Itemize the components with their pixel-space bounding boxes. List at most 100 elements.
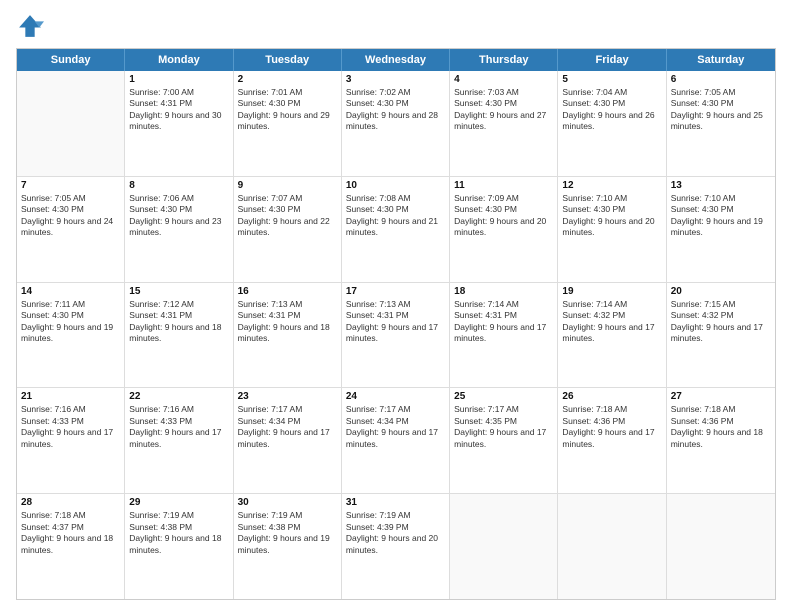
- daylight-text: Daylight: 9 hours and 30 minutes.: [129, 110, 228, 133]
- calendar-cell: 21Sunrise: 7:16 AMSunset: 4:33 PMDayligh…: [17, 388, 125, 493]
- sunrise-text: Sunrise: 7:14 AM: [454, 299, 553, 310]
- day-number: 23: [238, 391, 337, 402]
- sunrise-text: Sunrise: 7:19 AM: [238, 510, 337, 521]
- day-number: 13: [671, 180, 771, 191]
- sunrise-text: Sunrise: 7:02 AM: [346, 87, 445, 98]
- daylight-text: Daylight: 9 hours and 29 minutes.: [238, 110, 337, 133]
- sunrise-text: Sunrise: 7:07 AM: [238, 193, 337, 204]
- calendar-cell: 13Sunrise: 7:10 AMSunset: 4:30 PMDayligh…: [667, 177, 775, 282]
- calendar-cell: 4Sunrise: 7:03 AMSunset: 4:30 PMDaylight…: [450, 71, 558, 176]
- day-number: 28: [21, 497, 120, 508]
- daylight-text: Daylight: 9 hours and 17 minutes.: [671, 322, 771, 345]
- sunset-text: Sunset: 4:32 PM: [671, 310, 771, 321]
- daylight-text: Daylight: 9 hours and 19 minutes.: [238, 533, 337, 556]
- sunset-text: Sunset: 4:31 PM: [129, 98, 228, 109]
- day-number: 19: [562, 286, 661, 297]
- daylight-text: Daylight: 9 hours and 17 minutes.: [129, 427, 228, 450]
- calendar-cell: 16Sunrise: 7:13 AMSunset: 4:31 PMDayligh…: [234, 283, 342, 388]
- sunset-text: Sunset: 4:39 PM: [346, 522, 445, 533]
- calendar-cell: 8Sunrise: 7:06 AMSunset: 4:30 PMDaylight…: [125, 177, 233, 282]
- sunset-text: Sunset: 4:30 PM: [129, 204, 228, 215]
- calendar-week-5: 28Sunrise: 7:18 AMSunset: 4:37 PMDayligh…: [17, 494, 775, 599]
- sunset-text: Sunset: 4:33 PM: [21, 416, 120, 427]
- daylight-text: Daylight: 9 hours and 23 minutes.: [129, 216, 228, 239]
- daylight-text: Daylight: 9 hours and 26 minutes.: [562, 110, 661, 133]
- daylight-text: Daylight: 9 hours and 17 minutes.: [346, 322, 445, 345]
- calendar-week-4: 21Sunrise: 7:16 AMSunset: 4:33 PMDayligh…: [17, 388, 775, 494]
- sunset-text: Sunset: 4:32 PM: [562, 310, 661, 321]
- calendar-cell: [450, 494, 558, 599]
- day-number: 1: [129, 74, 228, 85]
- daylight-text: Daylight: 9 hours and 17 minutes.: [346, 427, 445, 450]
- daylight-text: Daylight: 9 hours and 17 minutes.: [454, 322, 553, 345]
- day-header-tuesday: Tuesday: [234, 49, 342, 71]
- sunset-text: Sunset: 4:30 PM: [562, 98, 661, 109]
- sunset-text: Sunset: 4:30 PM: [346, 98, 445, 109]
- day-number: 25: [454, 391, 553, 402]
- calendar-cell: 1 Sunrise: 7:00 AMSunset: 4:31 PMDaylight…: [125, 71, 233, 176]
- calendar-cell: 15Sunrise: 7:12 AMSunset: 4:31 PMDayligh…: [125, 283, 233, 388]
- header: [16, 12, 776, 40]
- sunrise-text: Sunrise: 7:01 AM: [238, 87, 337, 98]
- sunrise-text: Sunrise: 7:15 AM: [671, 299, 771, 310]
- day-number: 11: [454, 180, 553, 191]
- sunset-text: Sunset: 4:38 PM: [238, 522, 337, 533]
- sunrise-text: Sunrise: 7:00 AM: [129, 87, 228, 98]
- daylight-text: Daylight: 9 hours and 21 minutes.: [346, 216, 445, 239]
- calendar-cell: 20 Sunrise: 7:15 AMSunset: 4:32 PMDayligh…: [667, 283, 775, 388]
- daylight-text: Daylight: 9 hours and 17 minutes.: [562, 322, 661, 345]
- sunrise-text: Sunrise: 7:05 AM: [21, 193, 120, 204]
- sunset-text: Sunset: 4:30 PM: [21, 310, 120, 321]
- calendar-cell: 2 Sunrise: 7:01 AMSunset: 4:30 PMDaylight…: [234, 71, 342, 176]
- daylight-text: Daylight: 9 hours and 17 minutes.: [238, 427, 337, 450]
- sunset-text: Sunset: 4:38 PM: [129, 522, 228, 533]
- day-number: 20: [671, 286, 771, 297]
- sunrise-text: Sunrise: 7:13 AM: [346, 299, 445, 310]
- calendar-week-3: 14Sunrise: 7:11 AMSunset: 4:30 PMDayligh…: [17, 283, 775, 389]
- day-number: 17: [346, 286, 445, 297]
- sunrise-text: Sunrise: 7:17 AM: [454, 404, 553, 415]
- calendar-week-2: 7Sunrise: 7:05 AMSunset: 4:30 PMDaylight…: [17, 177, 775, 283]
- logo: [16, 12, 48, 40]
- daylight-text: Daylight: 9 hours and 24 minutes.: [21, 216, 120, 239]
- sunset-text: Sunset: 4:37 PM: [21, 522, 120, 533]
- calendar-cell: 7Sunrise: 7:05 AMSunset: 4:30 PMDaylight…: [17, 177, 125, 282]
- daylight-text: Daylight: 9 hours and 18 minutes.: [21, 533, 120, 556]
- calendar-cell: 10Sunrise: 7:08 AMSunset: 4:30 PMDayligh…: [342, 177, 450, 282]
- calendar-cell: 24Sunrise: 7:17 AMSunset: 4:34 PMDayligh…: [342, 388, 450, 493]
- logo-icon: [16, 12, 44, 40]
- calendar-cell: 27Sunrise: 7:18 AMSunset: 4:36 PMDayligh…: [667, 388, 775, 493]
- page: SundayMondayTuesdayWednesdayThursdayFrid…: [0, 0, 792, 612]
- daylight-text: Daylight: 9 hours and 18 minutes.: [238, 322, 337, 345]
- daylight-text: Daylight: 9 hours and 18 minutes.: [129, 533, 228, 556]
- day-number: 6: [671, 74, 771, 85]
- day-number: 27: [671, 391, 771, 402]
- daylight-text: Daylight: 9 hours and 18 minutes.: [129, 322, 228, 345]
- daylight-text: Daylight: 9 hours and 27 minutes.: [454, 110, 553, 133]
- day-number: 4: [454, 74, 553, 85]
- sunrise-text: Sunrise: 7:04 AM: [562, 87, 661, 98]
- calendar-cell: 5Sunrise: 7:04 AMSunset: 4:30 PMDaylight…: [558, 71, 666, 176]
- day-header-monday: Monday: [125, 49, 233, 71]
- day-number: 29: [129, 497, 228, 508]
- sunrise-text: Sunrise: 7:17 AM: [346, 404, 445, 415]
- calendar-cell: [558, 494, 666, 599]
- day-number: 10: [346, 180, 445, 191]
- daylight-text: Daylight: 9 hours and 19 minutes.: [21, 322, 120, 345]
- day-number: 24: [346, 391, 445, 402]
- daylight-text: Daylight: 9 hours and 19 minutes.: [671, 216, 771, 239]
- sunset-text: Sunset: 4:30 PM: [238, 98, 337, 109]
- calendar-cell: 30Sunrise: 7:19 AMSunset: 4:38 PMDayligh…: [234, 494, 342, 599]
- sunset-text: Sunset: 4:30 PM: [21, 204, 120, 215]
- sunrise-text: Sunrise: 7:19 AM: [346, 510, 445, 521]
- sunset-text: Sunset: 4:30 PM: [346, 204, 445, 215]
- daylight-text: Daylight: 9 hours and 20 minutes.: [562, 216, 661, 239]
- sunrise-text: Sunrise: 7:14 AM: [562, 299, 661, 310]
- day-number: 2: [238, 74, 337, 85]
- calendar-cell: 19 Sunrise: 7:14 AMSunset: 4:32 PMDayligh…: [558, 283, 666, 388]
- calendar-cell: 28Sunrise: 7:18 AMSunset: 4:37 PMDayligh…: [17, 494, 125, 599]
- day-number: 26: [562, 391, 661, 402]
- sunrise-text: Sunrise: 7:18 AM: [562, 404, 661, 415]
- calendar-cell: 17Sunrise: 7:13 AMSunset: 4:31 PMDayligh…: [342, 283, 450, 388]
- sunset-text: Sunset: 4:30 PM: [454, 204, 553, 215]
